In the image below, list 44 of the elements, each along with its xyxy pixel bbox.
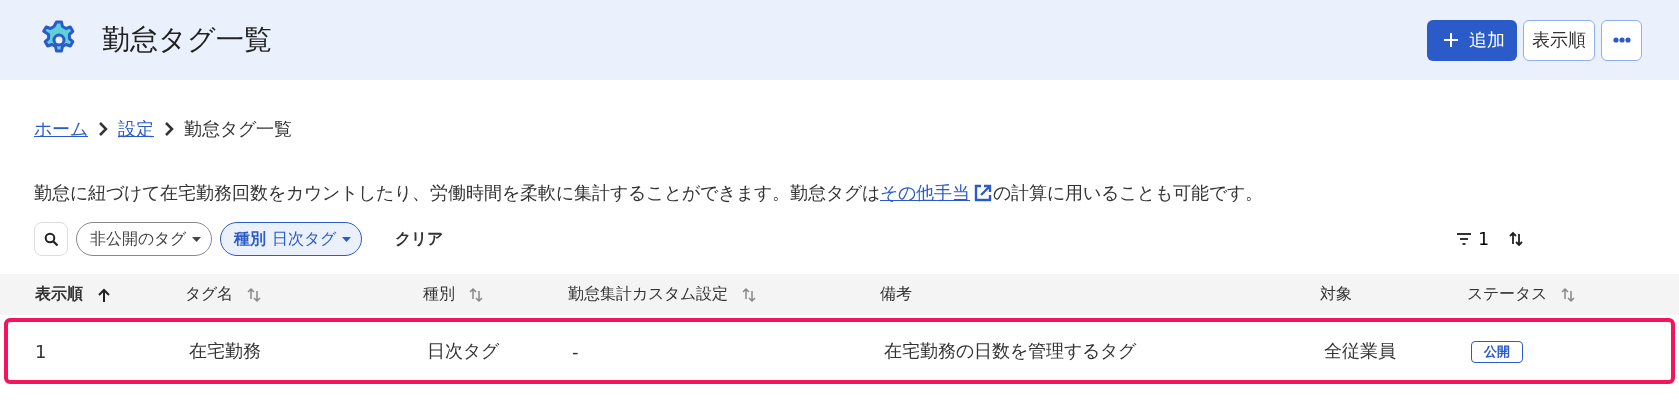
column-header: 備考 bbox=[880, 284, 912, 305]
search-button[interactable] bbox=[34, 222, 68, 256]
add-button[interactable]: 追加 bbox=[1427, 19, 1517, 61]
column-header[interactable]: 種別 bbox=[423, 284, 455, 305]
more-icon bbox=[1612, 37, 1631, 43]
table-cell: 在宅勤務の日数を管理するタグ bbox=[884, 340, 1136, 361]
filter-icon bbox=[1456, 232, 1473, 246]
chevron-right-icon bbox=[98, 121, 108, 137]
other-allowance-link[interactable]: その他手当 bbox=[880, 181, 993, 205]
column-header[interactable]: 勤怠集計カスタム設定 bbox=[568, 284, 728, 305]
table-cell: 1 bbox=[35, 340, 47, 362]
sort-icon bbox=[1509, 231, 1523, 247]
sort-icon[interactable] bbox=[742, 286, 756, 303]
caret-down-icon bbox=[192, 236, 201, 242]
more-button[interactable] bbox=[1601, 19, 1642, 61]
plus-icon bbox=[1443, 32, 1459, 48]
column-header[interactable]: 表示順 bbox=[35, 284, 83, 305]
table-cell: 全従業員 bbox=[1324, 340, 1396, 361]
breadcrumb-current: 勤怠タグ一覧 bbox=[184, 117, 292, 141]
breadcrumb-link[interactable]: ホーム bbox=[34, 117, 88, 141]
description-text: 勤怠に紐づけて在宅勤務回数をカウントしたり、労働時間を柔軟に集計することができます。勤怠タグはその他手当 の計算に用いることも可能です。 bbox=[34, 181, 1263, 205]
filter-chip[interactable]: 種別 日次タグ bbox=[220, 222, 362, 256]
table-cell: - bbox=[572, 340, 579, 362]
column-header[interactable]: タグ名 bbox=[185, 284, 233, 305]
clear-button[interactable]: クリア bbox=[382, 222, 453, 256]
external-link-icon bbox=[973, 183, 993, 203]
table-cell: 在宅勤務 bbox=[189, 340, 261, 361]
display-order-button[interactable]: 表示順 bbox=[1523, 19, 1595, 61]
page-title: 勤怠タグ一覧 bbox=[102, 22, 273, 58]
caret-down-icon bbox=[342, 236, 351, 242]
sort-icon[interactable] bbox=[247, 286, 261, 303]
column-header[interactable]: ステータス bbox=[1467, 284, 1547, 305]
filter-chip[interactable]: 非公開のタグ bbox=[76, 222, 212, 256]
chevron-right-icon bbox=[164, 121, 174, 137]
table-row[interactable]: 1 在宅勤務 日次タグ - 在宅勤務の日数を管理するタグ 全従業員 公開 bbox=[4, 318, 1675, 384]
column-header: 対象 bbox=[1320, 284, 1352, 305]
breadcrumb-link[interactable]: 設定 bbox=[118, 117, 154, 141]
search-icon bbox=[44, 232, 58, 246]
sort-ascending-icon[interactable] bbox=[97, 286, 111, 303]
table-cell: 日次タグ bbox=[427, 340, 499, 361]
status-badge: 公開 bbox=[1471, 341, 1523, 363]
filter-count-button[interactable]: 1 bbox=[1450, 222, 1495, 256]
sort-icon[interactable] bbox=[469, 286, 483, 303]
sort-icon[interactable] bbox=[1561, 286, 1575, 303]
